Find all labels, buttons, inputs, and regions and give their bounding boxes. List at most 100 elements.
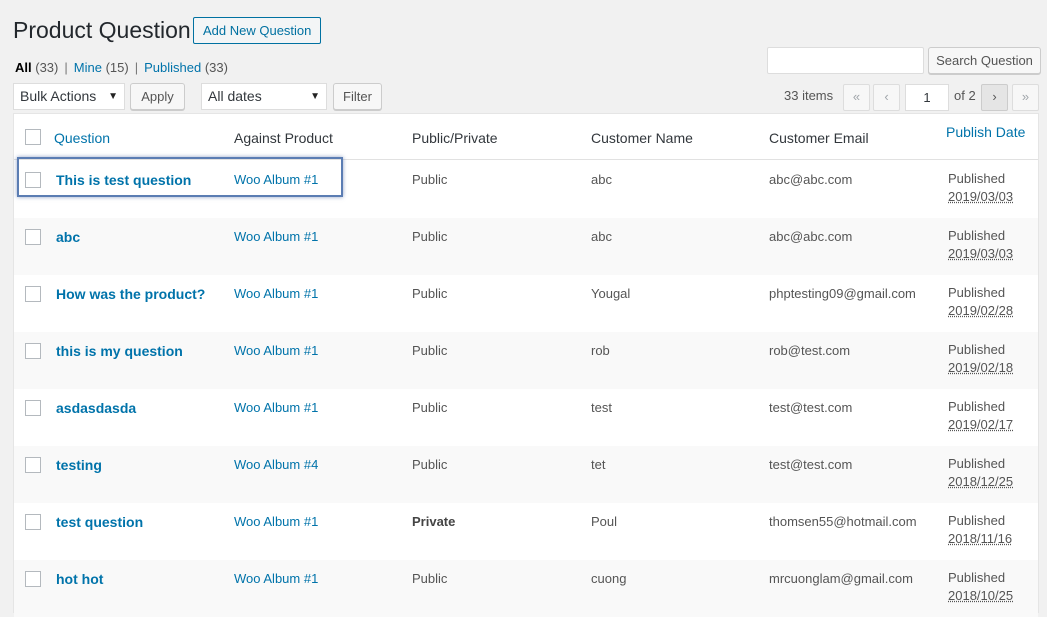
- bulk-actions-select[interactable]: Bulk Actions ▼: [13, 83, 125, 110]
- customer-email: rob@test.com: [769, 343, 851, 358]
- question-link[interactable]: hot hot: [56, 571, 103, 587]
- product-link[interactable]: Woo Album #1: [234, 571, 318, 586]
- table-row: abc Woo Album #1 Public abc abc@abc.com Publi…: [14, 218, 1038, 275]
- product-link[interactable]: Woo Album #1: [234, 286, 318, 301]
- search-input[interactable]: [767, 47, 924, 74]
- table-row: testing Woo Album #4 Public tet test@test.co…: [14, 446, 1038, 503]
- visibility-value: Public: [412, 400, 448, 415]
- product-link[interactable]: Woo Album #1: [234, 229, 318, 244]
- question-link[interactable]: this is my question: [56, 343, 183, 359]
- question-link[interactable]: abc: [56, 229, 80, 245]
- row-checkbox[interactable]: [25, 343, 41, 359]
- highlight-box: [17, 157, 343, 197]
- table-row: test question Woo Album #1 Private Poul thom…: [14, 503, 1038, 560]
- view-published-link[interactable]: Published (33): [144, 60, 228, 75]
- visibility-value: Public: [412, 172, 448, 187]
- status-text: Published: [948, 456, 1006, 471]
- customer-email: test@test.com: [769, 400, 853, 415]
- publish-date-cell: Published 2018/10/25: [948, 569, 1013, 605]
- customer-email: test@test.com: [769, 457, 853, 472]
- status-text: Published: [948, 570, 1006, 585]
- customer-name: cuong: [591, 571, 627, 586]
- last-page-button[interactable]: »: [1012, 84, 1039, 111]
- question-link[interactable]: testing: [56, 457, 102, 473]
- column-customer-name-header: Customer Name: [591, 130, 693, 146]
- row-checkbox[interactable]: [25, 514, 41, 530]
- customer-email: abc@abc.com: [769, 229, 853, 244]
- status-text: Published: [948, 513, 1006, 528]
- publish-date-cell: Published 2018/12/25: [948, 455, 1013, 491]
- row-checkbox[interactable]: [25, 286, 41, 302]
- customer-name: test: [591, 400, 612, 415]
- prev-page-button[interactable]: ‹: [873, 84, 900, 111]
- status-text: Published: [948, 342, 1006, 357]
- product-link[interactable]: Woo Album #1: [234, 514, 318, 529]
- publish-date-cell: Published 2019/02/17: [948, 398, 1013, 434]
- select-all-checkbox[interactable]: [25, 129, 41, 145]
- product-link[interactable]: Woo Album #4: [234, 457, 318, 472]
- view-all-link[interactable]: All (33): [15, 60, 58, 75]
- table-header: Question Against Product Public/Private …: [14, 114, 1038, 160]
- view-mine-link[interactable]: Mine (15): [74, 60, 129, 75]
- customer-name: rob: [591, 343, 610, 358]
- publish-date-cell: Published 2019/02/18: [948, 341, 1013, 377]
- current-page-input[interactable]: 1: [905, 84, 949, 111]
- table-row: How was the product? Woo Album #1 Public Yo…: [14, 275, 1038, 332]
- publish-date-cell: Published 2018/11/16: [948, 512, 1012, 548]
- date-text: 2018/10/25: [948, 588, 1014, 603]
- question-link[interactable]: asdasdasda: [56, 400, 136, 416]
- row-checkbox[interactable]: [25, 400, 41, 416]
- column-product-header: Against Product: [234, 130, 333, 146]
- row-checkbox[interactable]: [25, 229, 41, 245]
- visibility-value: Public: [412, 571, 448, 586]
- publish-date-cell: Published 2019/03/03: [948, 170, 1013, 206]
- date-text: 2019/02/17: [948, 417, 1014, 432]
- dates-select[interactable]: All dates ▼: [201, 83, 327, 110]
- customer-name: tet: [591, 457, 606, 472]
- date-text: 2018/12/25: [948, 474, 1014, 489]
- question-link[interactable]: test question: [56, 514, 143, 530]
- customer-name: Yougal: [591, 286, 631, 301]
- search-question-button[interactable]: Search Question: [928, 47, 1041, 74]
- customer-email: mrcuonglam@gmail.com: [769, 571, 913, 586]
- column-question-header[interactable]: Question: [54, 130, 110, 146]
- date-text: 2019/02/18: [948, 360, 1014, 375]
- product-link[interactable]: Woo Album #1: [234, 400, 318, 415]
- apply-button[interactable]: Apply: [130, 83, 185, 110]
- status-text: Published: [948, 285, 1006, 300]
- column-publish-date-header[interactable]: Publish Date: [946, 124, 1025, 140]
- column-customer-email-header: Customer Email: [769, 130, 869, 146]
- row-checkbox[interactable]: [25, 457, 41, 473]
- date-text: 2019/03/03: [948, 246, 1014, 261]
- chevron-down-icon: ▼: [108, 91, 118, 102]
- customer-email: thomsen55@hotmail.com: [769, 514, 917, 529]
- table-row: asdasdasda Woo Album #1 Public test test@tes…: [14, 389, 1038, 446]
- date-text: 2018/11/16: [948, 531, 1013, 546]
- customer-name: abc: [591, 229, 612, 244]
- next-page-button[interactable]: ›: [981, 84, 1008, 111]
- chevron-down-icon: ▼: [310, 91, 320, 102]
- publish-date-cell: Published 2019/02/28: [948, 284, 1013, 320]
- row-checkbox[interactable]: [25, 571, 41, 587]
- customer-name: Poul: [591, 514, 618, 529]
- first-page-button[interactable]: «: [843, 84, 870, 111]
- visibility-value: Public: [412, 229, 448, 244]
- visibility-value: Public: [412, 343, 448, 358]
- add-new-question-button[interactable]: Add New Question: [193, 17, 322, 44]
- status-text: Published: [948, 171, 1006, 186]
- filter-button[interactable]: Filter: [333, 83, 382, 110]
- date-text: 2019/02/28: [948, 303, 1014, 318]
- table-row: hot hot Woo Album #1 Public cuong mrcuonglam…: [14, 560, 1038, 617]
- publish-date-cell: Published 2019/03/03: [948, 227, 1013, 263]
- date-text: 2019/03/03: [948, 189, 1014, 204]
- question-link[interactable]: How was the product?: [56, 286, 205, 302]
- total-pages: of 2: [954, 88, 976, 103]
- table-row: this is my question Woo Album #1 Public rob…: [14, 332, 1038, 389]
- page-title: Product Question: [13, 17, 191, 43]
- product-link[interactable]: Woo Album #1: [234, 343, 318, 358]
- visibility-value: Public: [412, 457, 448, 472]
- column-visibility-header: Public/Private: [412, 130, 498, 146]
- customer-email: abc@abc.com: [769, 172, 853, 187]
- status-text: Published: [948, 399, 1006, 414]
- customer-name: abc: [591, 172, 612, 187]
